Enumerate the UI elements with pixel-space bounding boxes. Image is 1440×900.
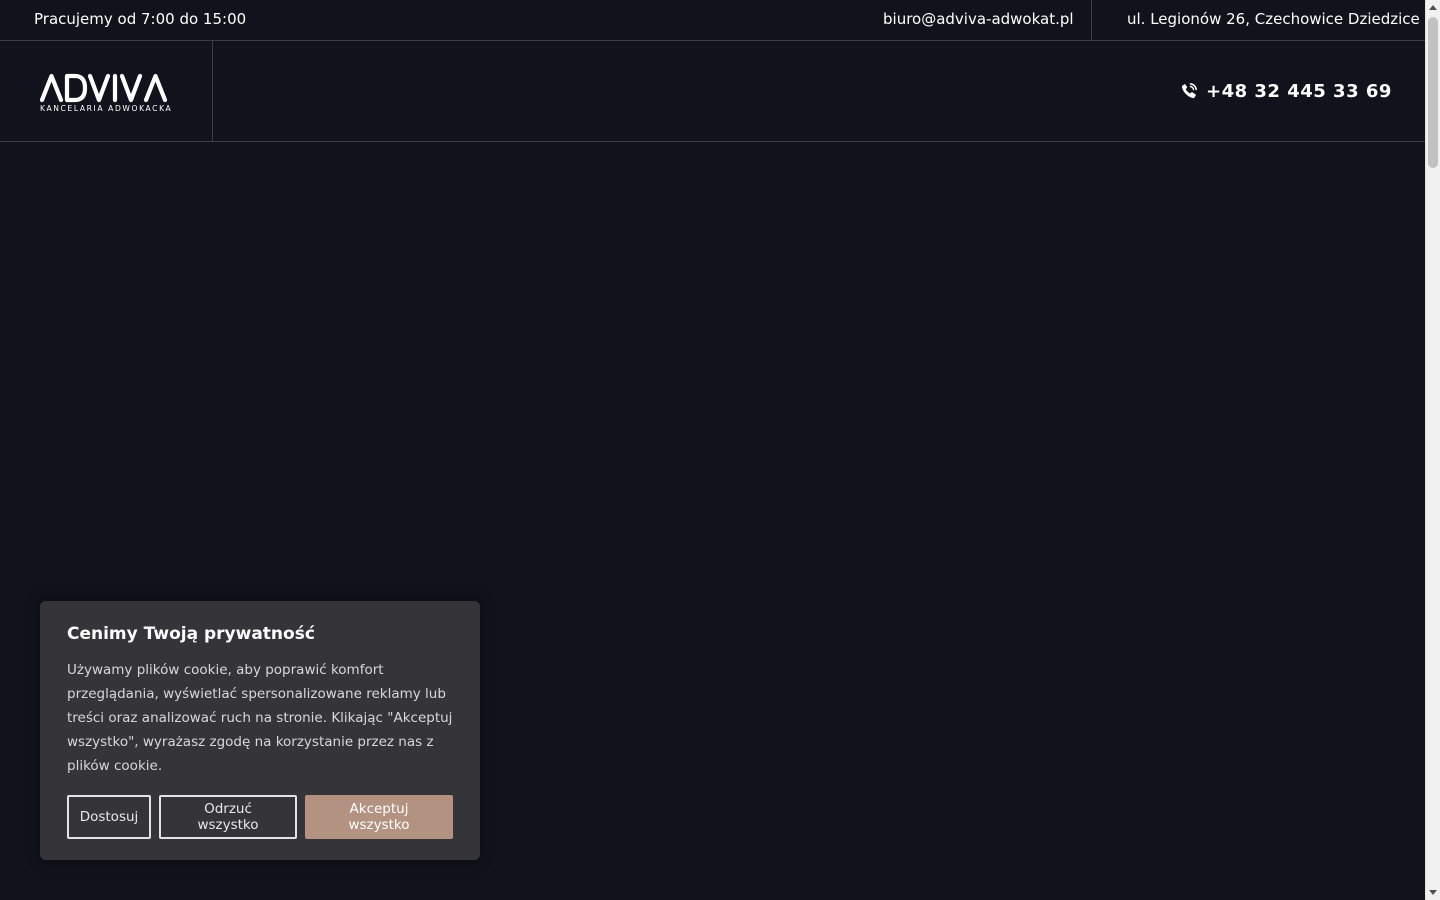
reject-all-button[interactable]: Odrzuć wszystko <box>159 795 297 839</box>
accept-all-button[interactable]: Akceptuj wszystko <box>305 795 453 839</box>
scroll-thumb[interactable] <box>1428 17 1438 168</box>
address: ul. Legionów 26, Czechowice Dziedzice <box>1127 10 1420 28</box>
phone-link[interactable]: +48 32 445 33 69 <box>1180 79 1392 103</box>
customize-button[interactable]: Dostosuj <box>67 795 151 839</box>
site-header: KANCELARIA ADWOKACKA +48 32 445 33 69 <box>0 41 1425 142</box>
topbar-divider <box>1091 0 1092 40</box>
top-info-bar: Pracujemy od 7:00 do 15:00 biuro@adviva-… <box>0 0 1425 41</box>
email-link[interactable]: biuro@adviva-adwokat.pl <box>883 10 1074 28</box>
working-hours: Pracujemy od 7:00 do 15:00 <box>34 10 247 28</box>
cookie-actions: Dostosuj Odrzuć wszystko Akceptuj wszyst… <box>67 795 453 839</box>
cookie-consent-banner: Cenimy Twoją prywatność Używamy plików c… <box>40 601 480 860</box>
scroll-up-arrow-icon[interactable] <box>1429 5 1437 10</box>
cookie-description: Używamy plików cookie, aby poprawić komf… <box>67 662 453 774</box>
phone-number: +48 32 445 33 69 <box>1206 80 1392 102</box>
logo-link[interactable]: KANCELARIA ADWOKACKA <box>0 41 213 141</box>
logo-tagline: KANCELARIA ADWOKACKA <box>40 104 172 112</box>
page: Pracujemy od 7:00 do 15:00 biuro@adviva-… <box>0 0 1425 900</box>
vertical-scrollbar[interactable] <box>1425 0 1440 900</box>
adviva-logo: KANCELARIA ADWOKACKA <box>40 73 172 112</box>
cookie-title: Cenimy Twoją prywatność <box>67 624 315 644</box>
scroll-down-arrow-icon[interactable] <box>1429 890 1437 895</box>
phone-icon <box>1181 83 1197 99</box>
